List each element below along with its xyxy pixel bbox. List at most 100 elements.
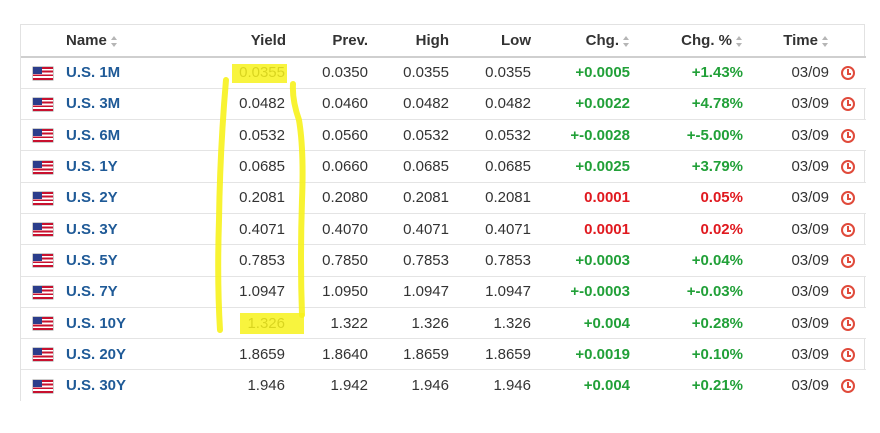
change-percent-cell: 0.02% — [635, 213, 743, 246]
change-cell: +0.0025 — [531, 150, 635, 183]
table-row[interactable]: U.S. 2Y 0.2081 0.2080 0.2081 0.2081 0.0001 0.0… — [21, 182, 866, 214]
clock-icon[interactable] — [840, 66, 855, 81]
instrument-link[interactable]: U.S. 10Y — [66, 315, 126, 332]
us-flag-icon — [33, 223, 53, 237]
us-flag-icon — [33, 66, 53, 80]
header-prev: Prev. — [286, 25, 368, 58]
header-time-label: Time — [783, 32, 818, 49]
clock-icon[interactable] — [840, 97, 855, 112]
name-cell[interactable]: U.S. 1Y — [65, 150, 208, 183]
high-cell: 0.0685 — [368, 150, 449, 183]
instrument-link[interactable]: U.S. 6M — [66, 127, 120, 144]
yield-cell: 0.0355 — [208, 57, 286, 89]
clock-cell — [829, 213, 866, 246]
table-row[interactable]: U.S. 3M 0.0482 0.0460 0.0482 0.0482 +0.0022 +4… — [21, 88, 866, 121]
low-cell: 0.0685 — [449, 150, 531, 183]
table-row[interactable]: U.S. 10Y 1.326 1.322 1.326 1.326 +0.004 +0.28%… — [21, 307, 866, 340]
change-percent-cell: +0.10% — [635, 338, 743, 371]
clock-icon[interactable] — [840, 160, 855, 175]
table-row[interactable]: U.S. 7Y 1.0947 1.0950 1.0947 1.0947 +-0.0003 +… — [21, 276, 866, 308]
flag-cell — [21, 369, 65, 402]
sort-arrows-icon[interactable] — [822, 35, 829, 47]
instrument-link[interactable]: U.S. 20Y — [66, 346, 126, 363]
us-flag-icon — [33, 160, 53, 174]
table-row[interactable]: U.S. 1Y 0.0685 0.0660 0.0685 0.0685 +0.0025 +3… — [21, 150, 866, 183]
low-cell: 1.0947 — [449, 276, 531, 308]
flag-cell — [21, 150, 65, 183]
header-name-label: Name — [66, 32, 107, 49]
high-cell: 1.326 — [368, 307, 449, 340]
change-cell: +-0.0003 — [531, 276, 635, 308]
clock-icon[interactable] — [840, 347, 855, 362]
prev-cell: 1.942 — [286, 369, 368, 402]
name-cell[interactable]: U.S. 10Y — [65, 307, 208, 340]
name-cell[interactable]: U.S. 5Y — [65, 244, 208, 277]
change-percent-cell: +-5.00% — [635, 119, 743, 152]
table-row[interactable]: U.S. 20Y 1.8659 1.8640 1.8659 1.8659 +0.0019 +… — [21, 338, 866, 371]
clock-cell — [829, 150, 866, 183]
low-cell: 0.0355 — [449, 57, 531, 89]
header-chg-pct-label: Chg. % — [681, 32, 732, 49]
clock-icon[interactable] — [840, 191, 855, 206]
flag-cell — [21, 119, 65, 152]
header-time[interactable]: Time — [743, 25, 829, 58]
table-header-row: Name Yield Prev. High Low Chg. Chg. % Ti… — [21, 25, 866, 58]
sort-arrows-icon[interactable] — [736, 35, 743, 47]
header-name[interactable]: Name — [65, 25, 208, 58]
change-cell: +0.0003 — [531, 244, 635, 277]
sort-arrows-icon[interactable] — [623, 35, 630, 47]
flag-cell — [21, 182, 65, 214]
header-low: Low — [449, 25, 531, 58]
clock-icon[interactable] — [840, 285, 855, 300]
header-chg[interactable]: Chg. — [531, 25, 635, 58]
flag-cell — [21, 338, 65, 371]
table-row[interactable]: U.S. 6M 0.0532 0.0560 0.0532 0.0532 +-0.0028 +… — [21, 119, 866, 152]
clock-icon[interactable] — [840, 253, 855, 268]
table-row[interactable]: U.S. 1M 0.0355 0.0350 0.0355 0.0355 +0.0005 +1… — [21, 57, 866, 89]
clock-icon[interactable] — [840, 222, 855, 237]
instrument-link[interactable]: U.S. 2Y — [66, 189, 118, 206]
name-cell[interactable]: U.S. 3M — [65, 88, 208, 121]
clock-cell — [829, 369, 866, 402]
high-cell: 1.946 — [368, 369, 449, 402]
instrument-link[interactable]: U.S. 30Y — [66, 377, 126, 394]
us-flag-icon — [33, 129, 53, 143]
clock-icon[interactable] — [840, 316, 855, 331]
clock-icon[interactable] — [840, 379, 855, 394]
table-row[interactable]: U.S. 5Y 0.7853 0.7850 0.7853 0.7853 +0.0003 +0… — [21, 244, 866, 277]
clock-cell — [829, 244, 866, 277]
change-percent-cell: +0.04% — [635, 244, 743, 277]
clock-icon[interactable] — [840, 128, 855, 143]
instrument-link[interactable]: U.S. 5Y — [66, 252, 118, 269]
prev-cell: 0.0560 — [286, 119, 368, 152]
bond-yields-table: Name Yield Prev. High Low Chg. Chg. % Ti… — [21, 25, 866, 402]
name-cell[interactable]: U.S. 3Y — [65, 213, 208, 246]
time-cell: 03/09 — [743, 213, 829, 246]
time-cell: 03/09 — [743, 57, 829, 89]
low-cell: 0.7853 — [449, 244, 531, 277]
change-cell: +0.0022 — [531, 88, 635, 121]
instrument-link[interactable]: U.S. 3Y — [66, 221, 118, 238]
table-row[interactable]: U.S. 30Y 1.946 1.942 1.946 1.946 +0.004 +0.21%… — [21, 369, 866, 402]
instrument-link[interactable]: U.S. 7Y — [66, 283, 118, 300]
name-cell[interactable]: U.S. 2Y — [65, 182, 208, 214]
yield-cell: 0.7853 — [208, 244, 286, 277]
time-cell: 03/09 — [743, 244, 829, 277]
prev-cell: 0.7850 — [286, 244, 368, 277]
time-cell: 03/09 — [743, 276, 829, 308]
instrument-link[interactable]: U.S. 1Y — [66, 158, 118, 175]
name-cell[interactable]: U.S. 30Y — [65, 369, 208, 402]
instrument-link[interactable]: U.S. 1M — [66, 64, 120, 81]
name-cell[interactable]: U.S. 1M — [65, 57, 208, 89]
clock-cell — [829, 182, 866, 214]
name-cell[interactable]: U.S. 20Y — [65, 338, 208, 371]
low-cell: 0.4071 — [449, 213, 531, 246]
header-chg-pct[interactable]: Chg. % — [635, 25, 743, 58]
instrument-link[interactable]: U.S. 3M — [66, 95, 120, 112]
high-cell: 0.7853 — [368, 244, 449, 277]
name-cell[interactable]: U.S. 7Y — [65, 276, 208, 308]
sort-arrows-icon[interactable] — [110, 35, 118, 47]
table-row[interactable]: U.S. 3Y 0.4071 0.4070 0.4071 0.4071 0.0001 0.0… — [21, 213, 866, 246]
change-percent-cell: +3.79% — [635, 150, 743, 183]
name-cell[interactable]: U.S. 6M — [65, 119, 208, 152]
